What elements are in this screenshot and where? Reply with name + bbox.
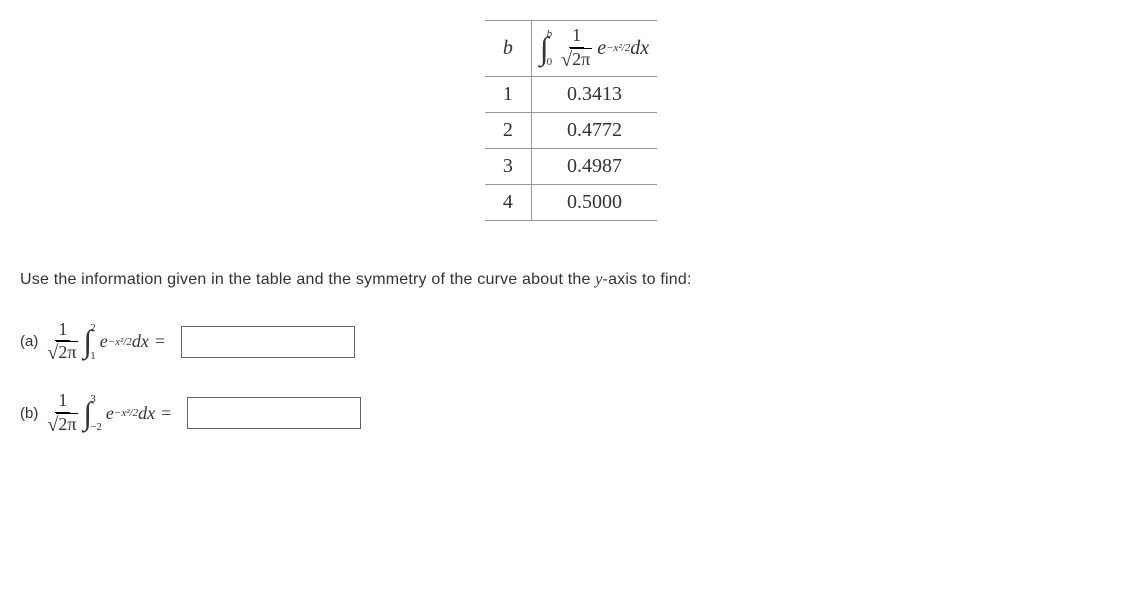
qa-equals: = <box>155 331 165 352</box>
table-cell-value: 0.4772 <box>531 112 657 148</box>
qb-exp: −x²/2 <box>114 407 138 419</box>
qa-frac-den: 2π <box>56 341 78 364</box>
qb-dx: dx <box>138 403 155 424</box>
table-cell-value: 0.3413 <box>531 76 657 112</box>
answer-input-b[interactable] <box>187 397 361 429</box>
qb-e: e <box>106 403 114 424</box>
integral-upper-bound: b <box>547 28 553 40</box>
table-cell-b: 2 <box>485 112 532 148</box>
table-cell-value: 0.5000 <box>531 184 657 220</box>
qb-int-lower: −2 <box>90 421 102 433</box>
table-cell-b: 4 <box>485 184 532 220</box>
instruction-text: Use the information given in the table a… <box>20 271 1122 289</box>
qa-int-lower: 1 <box>90 350 96 362</box>
table-cell-value: 0.4987 <box>531 148 657 184</box>
answer-input-a[interactable] <box>181 326 355 358</box>
qa-dx: dx <box>132 331 149 352</box>
table-header-formula: ∫ b 0 1 √ 2π e−x²/2 <box>531 21 657 77</box>
qb-frac-num: 1 <box>55 390 70 413</box>
table-cell-b: 1 <box>485 76 532 112</box>
question-a: (a) 1 √ 2π ∫ 2 1 e−x²/2 dx = <box>20 319 1122 366</box>
data-table-container: b ∫ b 0 1 √ 2π <box>20 20 1122 221</box>
normal-distribution-table: b ∫ b 0 1 √ 2π <box>485 20 657 221</box>
question-a-label: (a) <box>20 333 38 350</box>
table-row: 1 0.3413 <box>485 76 657 112</box>
integral-lower-bound: 0 <box>547 56 553 68</box>
qa-e: e <box>100 331 108 352</box>
dx-label: dx <box>630 37 649 60</box>
table-row: 4 0.5000 <box>485 184 657 220</box>
qa-exp: −x²/2 <box>108 336 132 348</box>
qb-equals: = <box>161 403 171 424</box>
table-row: 2 0.4772 <box>485 112 657 148</box>
fraction-numerator: 1 <box>569 25 584 48</box>
qb-frac-den: 2π <box>56 413 78 436</box>
qa-int-upper: 2 <box>90 322 96 334</box>
question-b-label: (b) <box>20 405 38 422</box>
table-row: 3 0.4987 <box>485 148 657 184</box>
question-b: (b) 1 √ 2π ∫ 3 −2 e−x²/2 dx = <box>20 390 1122 437</box>
table-header-b: b <box>485 21 532 77</box>
qb-int-upper: 3 <box>90 393 102 405</box>
exponent: −x²/2 <box>606 42 630 54</box>
table-cell-b: 3 <box>485 148 532 184</box>
fraction-denominator: 2π <box>570 48 592 71</box>
qa-frac-num: 1 <box>55 319 70 342</box>
